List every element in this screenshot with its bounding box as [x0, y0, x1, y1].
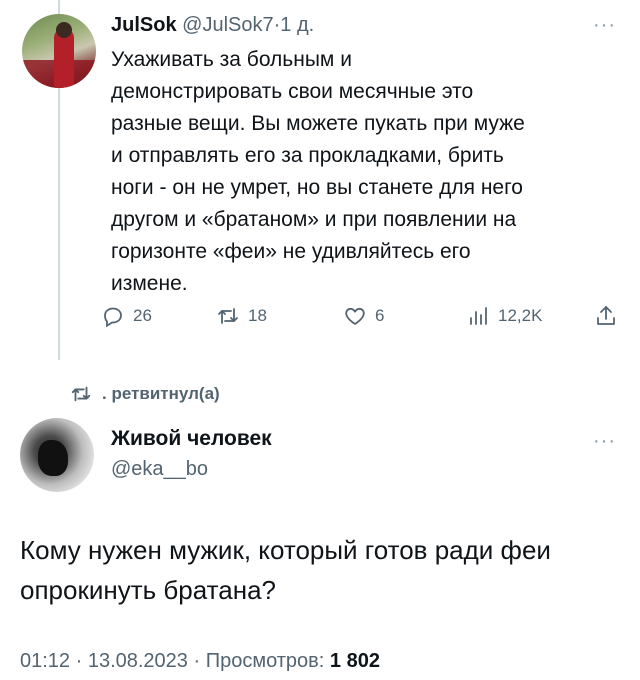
reply-icon: [104, 307, 122, 328]
tweet-text-line: другом и «братаном» и при появлении на: [111, 208, 517, 231]
share-button[interactable]: [594, 304, 618, 328]
like-button[interactable]: 6: [343, 304, 384, 328]
views-icon: [470, 307, 487, 325]
avatar-head: [56, 22, 72, 38]
author-name[interactable]: Живой человек: [111, 427, 272, 451]
tweet-text-line: горизонте «феи» не удивляйтесь его: [111, 240, 471, 263]
retweet-count: 18: [248, 306, 267, 325]
retweeted-by-label[interactable]: . ретвитнул(а): [70, 383, 220, 405]
retweet-button[interactable]: 18: [216, 304, 267, 328]
tweet-text-line: и отправлять его за прокладками, брить: [111, 144, 504, 167]
reply-count: 26: [133, 306, 152, 325]
tweet-text-line: измене.: [111, 272, 188, 295]
author-name[interactable]: JulSok: [111, 14, 177, 36]
tweet-text: Кому нужен мужик, который готов ради феи…: [20, 530, 630, 610]
share-icon: [597, 306, 615, 325]
views-count: 1 802: [329, 650, 380, 672]
retweeted-by-text: . ретвитнул(а): [102, 384, 220, 403]
retweet-icon: [71, 386, 91, 402]
tweet-text: Ухаживать за больным и демонстрировать с…: [111, 44, 621, 300]
avatar[interactable]: [22, 14, 96, 88]
more-options-icon[interactable]: ···: [593, 14, 616, 37]
tweet-actions: 26 18 6 12,2K: [101, 304, 621, 336]
like-count: 6: [375, 306, 385, 325]
tweet-meta: 01:12 · 13.08.2023 · Просмотров: 1 802: [20, 650, 380, 673]
tweet-text-line: опрокинуть братана?: [20, 575, 276, 605]
like-icon: [345, 307, 365, 325]
author-handle[interactable]: @JulSok7: [182, 14, 273, 36]
tweet-header: JulSok @JulSok7·1 д.: [111, 12, 314, 38]
tweet-time[interactable]: 1 д.: [280, 14, 314, 36]
more-options-icon[interactable]: ···: [593, 430, 616, 453]
tweet-text-line: ноги - он не умрет, но вы станете для не…: [111, 176, 523, 199]
timestamp-and-views-label[interactable]: 01:12 · 13.08.2023 · Просмотров:: [20, 650, 330, 672]
tweet-text-line: демонстрировать свои месячные это: [111, 80, 474, 103]
tweet-text-line: Кому нужен мужик, который готов ради феи: [20, 535, 551, 565]
reply-button[interactable]: 26: [101, 304, 152, 328]
tweet-text-line: разные вещи. Вы можете пукать при муже: [111, 112, 525, 135]
views-button[interactable]: 12,2K: [466, 304, 542, 328]
tweet-text-line: Ухаживать за больным и: [111, 48, 352, 71]
avatar-figure: [38, 440, 68, 476]
retweet-icon: [218, 308, 238, 324]
author-handle[interactable]: @eka__bo: [111, 458, 208, 481]
avatar[interactable]: [20, 418, 94, 492]
thread-connector: [58, 88, 60, 360]
views-count: 12,2K: [498, 306, 543, 325]
